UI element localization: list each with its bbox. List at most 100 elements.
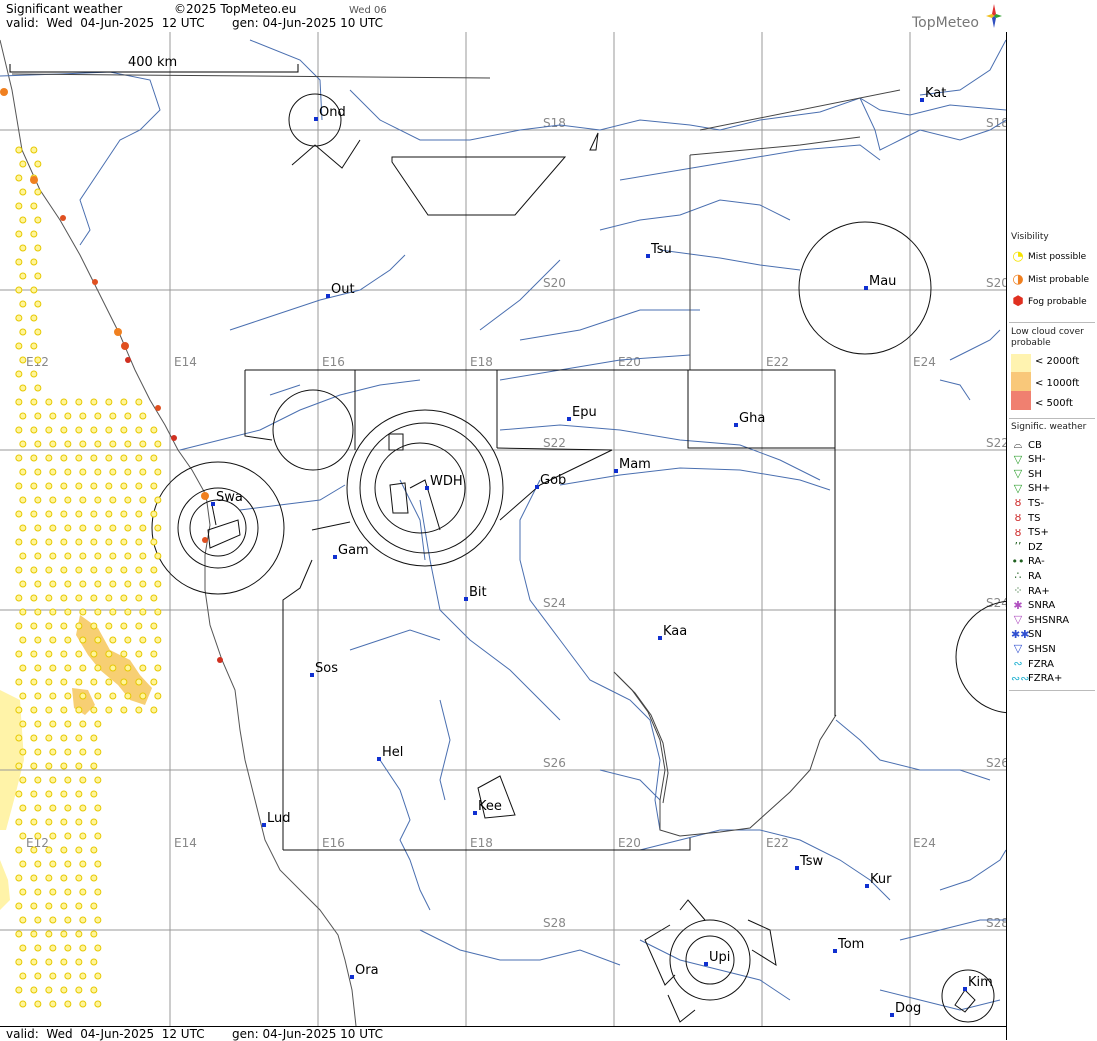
airport-out[interactable]: Out: [326, 282, 355, 298]
airport-mau[interactable]: Mau: [864, 274, 896, 290]
mist-possible-icon: [34, 328, 42, 336]
airport-lud[interactable]: Lud: [262, 811, 291, 827]
airport-marker[interactable]: [314, 117, 318, 121]
mist-possible-icon: [34, 384, 42, 392]
mist-possible-icon: [79, 496, 87, 504]
lon-label: E14: [174, 355, 197, 369]
airport-marker[interactable]: [658, 636, 662, 640]
airport-marker[interactable]: [833, 949, 837, 953]
airport-epu[interactable]: Epu: [567, 405, 597, 421]
airport-kee[interactable]: Kee: [473, 799, 502, 815]
airport-marker[interactable]: [326, 294, 330, 298]
mist-possible-icon: [30, 566, 38, 574]
airport-kim[interactable]: Kim: [963, 975, 993, 991]
airport-label: Tsw: [799, 854, 824, 869]
airport-marker[interactable]: [890, 1013, 894, 1017]
mist-possible-icon: [94, 860, 102, 868]
brand-logo[interactable]: TopMeteo: [912, 15, 979, 31]
airport-ond[interactable]: Ond: [314, 105, 346, 121]
airport-swa[interactable]: Swa: [211, 490, 243, 506]
compass-rose-icon: [986, 4, 1002, 28]
mist-possible-icon: [109, 496, 117, 504]
legend-label: CB: [1028, 439, 1042, 451]
airport-label: Ora: [355, 963, 379, 978]
airport-marker[interactable]: [535, 485, 539, 489]
mist-possible-icon: [34, 1000, 42, 1008]
airport-marker[interactable]: [865, 884, 869, 888]
mist-possible-icon: [75, 482, 83, 490]
airport-marker[interactable]: [864, 286, 868, 290]
airport-ora[interactable]: Ora: [350, 963, 379, 979]
mist-possible-icon: [15, 454, 23, 462]
mist-possible-icon: [49, 804, 57, 812]
mist-possible-icon: [30, 594, 38, 602]
airport-marker[interactable]: [350, 975, 354, 979]
mist-possible-icon: [105, 426, 113, 434]
mist-possible-icon: [49, 748, 57, 756]
mist-possible-icon: [30, 706, 38, 714]
mist-possible-icon: [124, 692, 132, 700]
airport-gam[interactable]: Gam: [333, 543, 369, 559]
airport-marker[interactable]: [920, 98, 924, 102]
mist-possible-icon: [79, 692, 87, 700]
map-canvas[interactable]: E12 E14 E16 E18 E20 E22 E24 E12 E14 E16 …: [0, 32, 1006, 1026]
mist-possible-icon: [19, 1000, 27, 1008]
mist-possible-icon: [34, 244, 42, 252]
legend-fzra: ∾ FZRA: [1011, 657, 1054, 671]
airport-gha[interactable]: Gha: [734, 411, 765, 427]
airport-marker[interactable]: [734, 423, 738, 427]
airport-mam[interactable]: Mam: [614, 457, 651, 473]
mist-possible-icon: [139, 692, 147, 700]
mist-possible-icon: [90, 622, 98, 630]
mist-possible-icon: [105, 594, 113, 602]
mist-possible-icon: [34, 636, 42, 644]
mist-possible-icon: [139, 580, 147, 588]
mist-possible-icon: [15, 230, 23, 238]
airport-marker[interactable]: [310, 673, 314, 677]
mist-possible-icon: [49, 664, 57, 672]
mist-possible-icon: [79, 720, 87, 728]
airport-kur[interactable]: Kur: [865, 872, 892, 888]
airport-dog[interactable]: Dog: [890, 1001, 921, 1017]
mist-possible-icon: [139, 440, 147, 448]
drizzle-icon: ’’: [1014, 540, 1022, 554]
airport-marker[interactable]: [567, 417, 571, 421]
mist-possible-icon: [120, 398, 128, 406]
airport-marker[interactable]: [425, 486, 429, 490]
mist-possible-icon: [49, 832, 57, 840]
mist-possible-icon: [94, 524, 102, 532]
airport-marker[interactable]: [377, 757, 381, 761]
mist-possible-icon: [19, 272, 27, 280]
snow-shower-icon: ▽: [1013, 642, 1023, 656]
airport-marker[interactable]: [333, 555, 337, 559]
mist-possible-icon: [75, 454, 83, 462]
airport-tom[interactable]: Tom: [833, 937, 864, 953]
airport-wdh[interactable]: WDH: [425, 474, 463, 490]
mist-possible-icon: [19, 384, 27, 392]
airport-gob[interactable]: Gob: [535, 473, 566, 489]
airport-marker[interactable]: [646, 254, 650, 258]
airport-marker[interactable]: [211, 502, 215, 506]
mist-possible-icon: [19, 748, 27, 756]
airport-tsw[interactable]: Tsw: [795, 854, 824, 870]
mist-possible-icon: [34, 468, 42, 476]
airport-marker[interactable]: [704, 962, 708, 966]
weather-map[interactable]: E12 E14 E16 E18 E20 E22 E24 E12 E14 E16 …: [0, 32, 1006, 1026]
airport-sos[interactable]: Sos: [310, 661, 338, 677]
airport-marker[interactable]: [614, 469, 618, 473]
mist-possible-icon: [75, 902, 83, 910]
airport-marker[interactable]: [963, 987, 967, 991]
footer-valid-time: valid: Wed 04-Jun-2025 12 UTC: [6, 1027, 205, 1041]
mist-possible-icon: [90, 874, 98, 882]
airport-marker[interactable]: [473, 811, 477, 815]
mist-possible-icon: [60, 902, 68, 910]
lon-label: E16: [322, 836, 345, 850]
airport-marker[interactable]: [464, 597, 468, 601]
airport-marker[interactable]: [262, 823, 266, 827]
mist-possible-icon: [90, 902, 98, 910]
airport-marker[interactable]: [795, 866, 799, 870]
lon-label: E20: [618, 355, 641, 369]
mist-possible-icon: [30, 286, 38, 294]
airport-kaa[interactable]: Kaa: [658, 624, 687, 640]
mist-possible-icon: [124, 636, 132, 644]
